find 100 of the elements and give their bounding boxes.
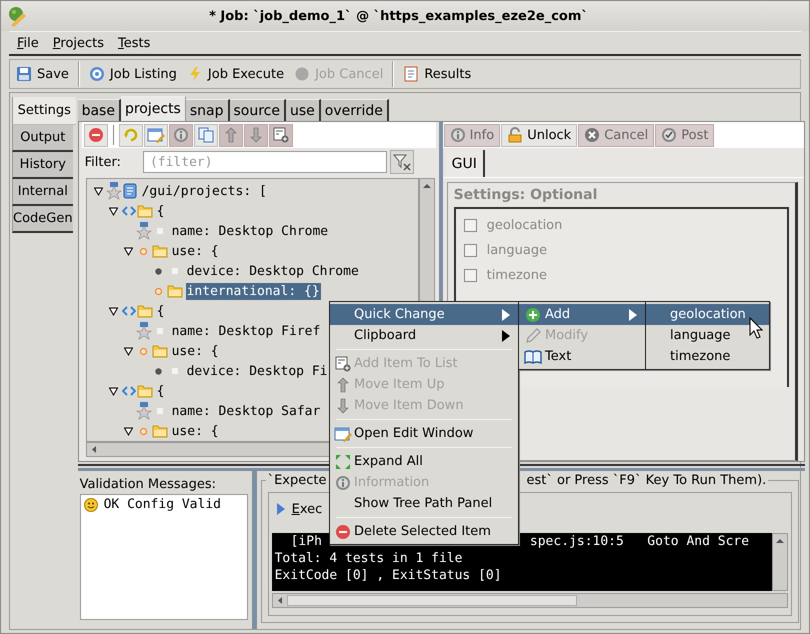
bullet-icon — [172, 268, 178, 274]
tree-item[interactable]: /gui/projects: [ — [140, 182, 268, 200]
folder-icon — [152, 344, 168, 358]
tab[interactable]: Settings — [12, 97, 76, 125]
tree-item[interactable]: use: { — [170, 422, 220, 440]
document-icon — [122, 183, 138, 199]
panel-title: Validation Messages: — [80, 477, 218, 492]
tree-item[interactable]: name: Desktop Firef — [170, 322, 322, 340]
toolbar-button[interactable]: Job Execute — [182, 63, 288, 85]
tool-button[interactable] — [194, 124, 218, 146]
toolbar-button[interactable]: Save — [12, 63, 73, 85]
menu-item[interactable]: geolocation — [646, 304, 769, 325]
bullet-icon — [157, 408, 164, 414]
toolbar-button[interactable]: Job Listing — [84, 63, 181, 85]
tree-item[interactable]: device: Desktop Fi — [186, 362, 328, 380]
notepad-icon — [403, 66, 420, 82]
expand-toggle[interactable] — [108, 386, 118, 396]
expand-toggle[interactable] — [124, 426, 133, 436]
tab[interactable]: projects — [120, 96, 186, 121]
code-icon — [122, 386, 136, 396]
circle-icon — [294, 66, 310, 82]
console-line: Total: 4 tests in 1 file — [274, 550, 462, 567]
tab[interactable]: use — [286, 99, 321, 121]
menu-item[interactable]: Open Edit Window — [330, 423, 518, 444]
arrow-down-icon — [250, 127, 262, 143]
arrow-up-icon — [337, 376, 349, 392]
menu-item[interactable]: timezone — [646, 346, 769, 367]
group-title: `Expecte — [268, 473, 326, 488]
tool-button[interactable] — [84, 124, 108, 146]
menu-bar-item[interactable]: Projects — [48, 34, 110, 52]
checkbox-label: timezone — [486, 268, 547, 283]
filter-label: Filter: — [84, 154, 121, 170]
expand-toggle[interactable] — [124, 246, 133, 256]
group-title: est` or Press `F9` Key To Run Them). — [526, 473, 766, 488]
checkbox-label: language — [486, 243, 548, 258]
dot-icon — [155, 268, 162, 274]
tree-item[interactable]: international: {} — [186, 282, 321, 300]
menu-item[interactable]: Show Tree Path Panel — [330, 493, 518, 514]
menu-item[interactable]: language — [646, 325, 769, 346]
play-icon — [276, 502, 286, 516]
padlock-icon — [507, 127, 524, 143]
menu-item[interactable]: Text — [519, 346, 645, 367]
smiley-icon — [84, 498, 98, 512]
action-button[interactable]: Unlock — [501, 124, 578, 146]
tab[interactable]: Internal — [12, 179, 73, 206]
menu-item[interactable]: Expand All — [330, 451, 518, 472]
tree-item[interactable]: use: { — [170, 342, 220, 360]
menu-bar-item[interactable]: Tests — [113, 34, 156, 52]
info-icon — [450, 127, 466, 143]
tab[interactable]: override — [320, 99, 389, 121]
info-icon — [172, 127, 189, 143]
tree-item[interactable]: { — [156, 382, 166, 400]
tree-item[interactable]: { — [156, 202, 166, 220]
scrollbar[interactable] — [772, 533, 788, 591]
tab[interactable]: base — [78, 99, 121, 121]
expand-toggle[interactable] — [108, 306, 118, 316]
tab[interactable]: History — [12, 152, 73, 179]
cancel-icon — [584, 127, 600, 143]
tab[interactable]: CodeGen — [12, 206, 73, 233]
star-badge-icon — [106, 182, 122, 200]
console-line: [iPh — [290, 533, 322, 550]
tree-item[interactable]: name: Desktop Chrome — [170, 222, 330, 240]
expand-toggle[interactable] — [124, 346, 133, 356]
tab[interactable]: snap — [186, 99, 230, 121]
copy-icon — [198, 127, 214, 143]
folder-icon — [137, 304, 154, 318]
bullet-icon — [157, 328, 164, 334]
book-icon — [524, 348, 542, 364]
remove-icon — [88, 127, 104, 143]
clear-filter-button[interactable] — [390, 150, 414, 174]
menu-item[interactable]: Delete Selected Item — [330, 521, 518, 542]
expand-toggle[interactable] — [108, 206, 118, 216]
console-line: ExitCode [0] , ExitStatus [0] — [274, 567, 502, 584]
folder-icon — [137, 204, 154, 218]
menu-item[interactable]: Add — [519, 304, 645, 325]
tab[interactable]: source — [230, 99, 286, 121]
tree-item[interactable]: device: Desktop Chrome — [186, 262, 360, 280]
filter-field[interactable]: (filter) — [142, 151, 387, 173]
star-badge-icon — [136, 222, 152, 240]
validation-message: OK Config Valid — [104, 497, 221, 512]
tool-button[interactable] — [144, 124, 168, 146]
tree-item[interactable]: { — [156, 302, 166, 320]
code-icon — [122, 206, 136, 216]
edit-window-icon — [146, 127, 165, 143]
toolbar-button[interactable]: Results — [399, 63, 476, 85]
expand-toggle[interactable] — [94, 186, 103, 196]
info-icon — [335, 474, 351, 490]
bullet-icon — [172, 368, 178, 374]
menu-item[interactable]: Quick Change — [330, 304, 518, 325]
menu-bar-item[interactable]: File — [12, 34, 44, 52]
tree-item[interactable]: use: { — [170, 242, 220, 260]
bullet-icon — [157, 228, 164, 234]
scrollbar[interactable] — [272, 593, 788, 608]
tree-item[interactable]: name: Desktop Safar — [170, 402, 322, 420]
menu-item[interactable]: Clipboard — [330, 325, 518, 346]
clear-filter-icon — [392, 153, 411, 171]
code-icon — [122, 306, 136, 316]
tab[interactable]: Output — [12, 125, 73, 152]
checkbox-label: geolocation — [486, 218, 562, 233]
refresh-icon — [122, 127, 139, 143]
